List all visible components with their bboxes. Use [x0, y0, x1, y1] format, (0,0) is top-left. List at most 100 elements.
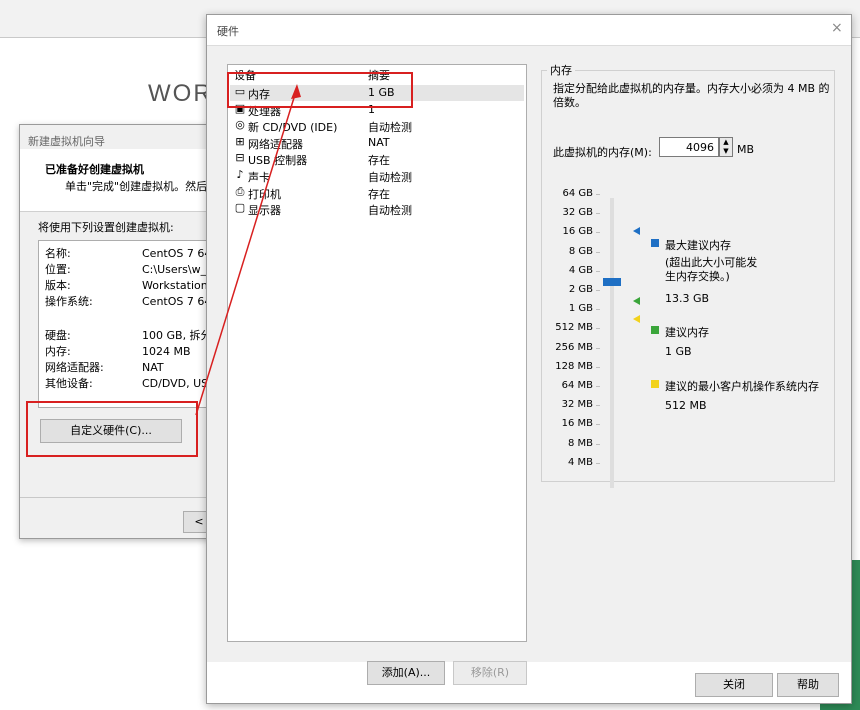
summary-row: 版本: Workstation 1 — [45, 277, 218, 293]
memory-spinner[interactable]: ▲ ▼ — [719, 137, 733, 157]
min-recommended-swatch — [651, 380, 659, 388]
summary-value: 100 GB, 拆分 — [142, 329, 212, 342]
device-row-cd-dvd[interactable]: ◎ 新 CD/DVD (IDE) 自动检测 — [230, 118, 524, 135]
help-button[interactable]: 帮助 — [777, 673, 839, 697]
min-recommended-marker-icon — [633, 315, 640, 323]
close-button[interactable]: 关闭 — [695, 673, 773, 697]
device-summary: 自动检测 — [368, 121, 412, 135]
summary-value: C:\Users\w_y — [142, 263, 213, 276]
wizard-title: 新建虚拟机向导 — [28, 135, 105, 148]
device-name: 新 CD/DVD (IDE) — [248, 121, 338, 135]
device-name: USB 控制器 — [248, 154, 308, 168]
device-summary: 自动检测 — [368, 171, 412, 184]
usb-icon: ⊟ — [235, 151, 245, 165]
memory-scale-label: 32 MB — [561, 399, 593, 411]
remove-device-button[interactable]: 移除(R) — [453, 661, 527, 685]
network-icon: ⊞ — [235, 134, 245, 148]
device-name: 声卡 — [248, 171, 270, 184]
memory-slider-thumb[interactable] — [603, 278, 621, 286]
memory-scale-tick — [596, 328, 600, 330]
summary-row: 内存: 1024 MB — [45, 343, 191, 359]
wizard-intro: 将使用下列设置创建虚拟机: — [38, 221, 174, 234]
hardware-dialog-title: 硬件 — [217, 25, 239, 38]
hardware-dialog: 硬件 × 设备 摘要 ▭ 内存 1 GB ▣ 处理器 1 ◎ 新 CD/DVD (IDE) 自动… — [206, 14, 852, 704]
memory-scale-label: 8 GB — [568, 245, 593, 257]
device-summary: NAT — [368, 135, 390, 149]
memory-scale-label: 32 GB — [562, 207, 593, 219]
memory-scale-label: 16 GB — [562, 226, 593, 238]
hardware-dialog-body: 设备 摘要 ▭ 内存 1 GB ▣ 处理器 1 ◎ 新 CD/DVD (IDE) 自动检测 ⊞ 网络… — [207, 45, 851, 685]
memory-scale-tick — [596, 366, 600, 368]
max-recommended-note: (超出此大小可能发生内存交换。) — [665, 256, 758, 283]
memory-scale-label: 64 MB — [561, 380, 593, 391]
summary-row: 名称: CentOS 7 64 — [45, 245, 211, 261]
summary-row: 网络适配器: NAT — [45, 359, 164, 375]
max-recommended-value: 13.3 GB — [665, 292, 710, 305]
wizard-heading: 已准备好创建虚拟机 — [45, 163, 144, 176]
device-summary: 自动检测 — [368, 204, 412, 218]
summary-row: 操作系统: CentOS 7 64 — [45, 293, 211, 309]
memory-scale-label: 1 GB — [568, 303, 593, 315]
memory-scale-tick — [596, 232, 600, 234]
memory-scale-label: 16 MB — [561, 418, 593, 430]
min-recommended-title: 建议的最小客户机操作系统内存 — [665, 380, 819, 393]
summary-value: NAT — [142, 361, 164, 374]
memory-scale-label: 8 MB — [567, 437, 593, 449]
memory-scale-label: 2 GB — [568, 284, 593, 295]
device-list: 设备 摘要 ▭ 内存 1 GB ▣ 处理器 1 ◎ 新 CD/DVD (IDE) 自动检测 ⊞ 网络… — [227, 64, 527, 642]
spin-down-icon[interactable]: ▼ — [720, 147, 732, 156]
memory-scale-tick — [596, 386, 600, 387]
summary-value: CentOS 7 64 — [142, 247, 212, 260]
summary-key: 操作系统: — [45, 295, 93, 308]
summary-key: 网络适配器: — [45, 361, 104, 374]
memory-scale-tick — [596, 462, 600, 464]
memory-slider-track[interactable] — [610, 198, 614, 488]
device-row-display[interactable]: ▢ 显示器 自动检测 — [230, 201, 524, 218]
max-recommended-marker-icon — [633, 227, 640, 235]
recommended-swatch — [651, 326, 659, 334]
spin-up-icon[interactable]: ▲ — [720, 138, 732, 147]
summary-key: 内存: — [45, 345, 71, 358]
summary-row: 其他设备: CD/DVD, USB — [45, 375, 216, 391]
memory-scale-tick — [596, 309, 600, 311]
device-row-network[interactable]: ⊞ 网络适配器 NAT — [230, 135, 524, 151]
summary-key: 位置: — [45, 263, 71, 276]
max-recommended-title: 最大建议内存 — [665, 239, 731, 252]
summary-key: 硬盘: — [45, 329, 71, 342]
memory-scale-label: 128 MB — [555, 360, 593, 372]
recommended-value: 1 GB — [665, 345, 692, 358]
wizard-subheading: 单击"完成"创建虚拟机。然后 — [65, 180, 208, 193]
memory-scale-tick — [596, 424, 600, 426]
memory-scale-label: 4 MB — [567, 456, 593, 468]
memory-scale-label: 4 GB — [568, 264, 593, 276]
memory-scale-label: 256 MB — [555, 341, 593, 353]
sound-icon: ♪ — [236, 168, 244, 181]
max-recommended-swatch — [651, 239, 659, 247]
device-row-usb[interactable]: ⊟ USB 控制器 存在 — [230, 151, 524, 168]
summary-key: 其他设备: — [45, 377, 93, 390]
recommended-title: 建议内存 — [665, 326, 709, 339]
memory-scale-tick — [596, 194, 600, 195]
memory-scale-label: 64 GB — [562, 188, 593, 199]
annotation-red-box — [26, 401, 198, 457]
device-summary: 存在 — [368, 187, 390, 201]
memory-scale-tick — [596, 290, 600, 291]
summary-row: 位置: C:\Users\w_y — [45, 261, 213, 277]
memory-scale-tick — [596, 213, 600, 215]
memory-scale-tick — [596, 405, 600, 407]
annotation-red-box — [227, 72, 413, 108]
cd-dvd-icon: ◎ — [235, 118, 245, 132]
device-row-sound[interactable]: ♪ 声卡 自动检测 — [230, 168, 524, 185]
device-name: 网络适配器 — [248, 137, 303, 151]
background-app-title: WOR — [148, 80, 213, 107]
close-icon[interactable]: × — [831, 20, 843, 36]
memory-size-input[interactable]: 4096 — [659, 137, 719, 157]
memory-input-label: 此虚拟机的内存(M): — [553, 146, 652, 159]
device-summary: 存在 — [368, 154, 390, 168]
memory-unit: MB — [737, 143, 755, 156]
recommended-marker-icon — [633, 297, 640, 305]
device-row-printer[interactable]: ⎙ 打印机 存在 — [230, 185, 524, 201]
add-device-button[interactable]: 添加(A)... — [367, 661, 445, 685]
memory-scale-label: 512 MB — [555, 322, 593, 334]
memory-scale-tick — [596, 251, 600, 253]
